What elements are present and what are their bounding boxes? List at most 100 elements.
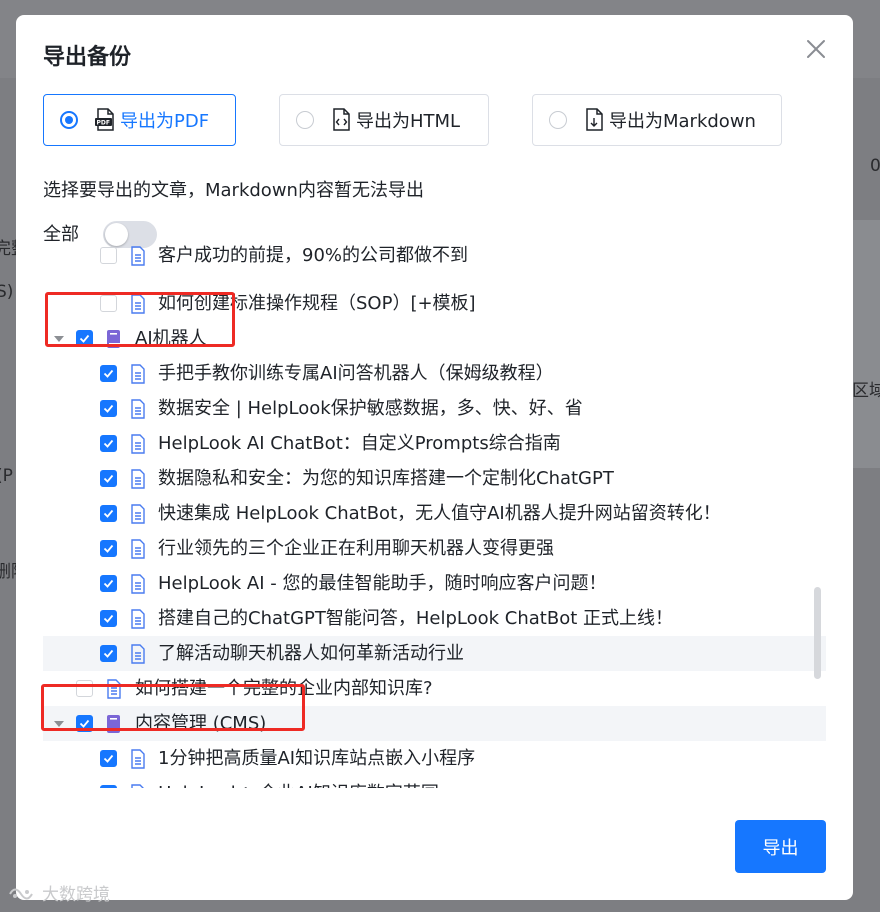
row-label: 客户成功的前提，90%的公司都做不到: [158, 245, 469, 266]
row-label: 搭建自己的ChatGPT智能问答，HelpLook ChatBot 正式上线！: [158, 608, 673, 629]
tree-row[interactable]: 如何创建标准操作规程（SOP）[+模板]: [43, 286, 826, 321]
background-text: (P: [0, 466, 13, 486]
row-label: 快速集成 HelpLook ChatBot，无人值守AI机器人提升网站留资转化！: [158, 503, 721, 524]
row-label: 1分钟把高质量AI知识库站点嵌入小程序: [158, 748, 476, 769]
check-icon: [103, 614, 114, 623]
folder-label: AI机器人: [135, 328, 207, 349]
close-icon: [807, 40, 825, 58]
format-option-markdown[interactable]: 导出为Markdown: [532, 94, 782, 146]
code-file-icon: [333, 108, 350, 131]
check-icon: [103, 579, 114, 588]
row-checkbox[interactable]: [100, 575, 117, 592]
row-checkbox[interactable]: [100, 540, 117, 557]
tree-row[interactable]: 快速集成 HelpLook ChatBot，无人值守AI机器人提升网站留资转化！: [43, 496, 826, 531]
tree-folder-row[interactable]: 内容管理 (CMS): [43, 706, 826, 741]
check-icon: [79, 719, 90, 728]
check-icon: [103, 754, 114, 763]
radio-markdown[interactable]: [549, 111, 567, 129]
tree-scrollbar[interactable]: [814, 587, 821, 679]
check-icon: [103, 544, 114, 553]
format-option-html[interactable]: 导出为HTML: [279, 94, 489, 146]
format-label-pdf: 导出为PDF: [120, 111, 210, 132]
check-icon: [103, 474, 114, 483]
format-option-pdf[interactable]: PDF 导出为PDF: [43, 94, 236, 146]
format-label-html: 导出为HTML: [356, 111, 461, 132]
row-label: 如何搭建一个完整的企业内部知识库?: [135, 678, 433, 699]
check-icon: [103, 509, 114, 518]
tree-folder-row[interactable]: AI机器人: [43, 321, 826, 356]
toggle-knob: [105, 223, 128, 246]
caret-down-icon[interactable]: [54, 721, 64, 727]
tree-row[interactable]: HelpLook AI - 您的最佳智能助手，随时响应客户问题！: [43, 566, 826, 601]
document-icon: [131, 574, 145, 594]
row-checkbox[interactable]: [100, 470, 117, 487]
row-checkbox[interactable]: [100, 750, 117, 767]
document-icon: [131, 749, 145, 769]
background-text: 0: [870, 156, 880, 176]
tree-row[interactable]: HelpLook：企业AI知识库数字花园: [43, 776, 826, 788]
row-label: HelpLook AI - 您的最佳智能助手，随时响应客户问题！: [158, 573, 607, 594]
markdown-file-icon: [586, 108, 603, 131]
row-checkbox[interactable]: [76, 680, 93, 697]
document-icon: [131, 644, 145, 664]
instruction-text: 选择要导出的文章，Markdown内容暂无法导出: [43, 180, 424, 201]
row-label: HelpLook：企业AI知识库数字花园: [158, 776, 439, 788]
folder-checkbox[interactable]: [76, 330, 93, 347]
document-icon: [131, 504, 145, 524]
radio-pdf[interactable]: [60, 111, 78, 129]
watermark-text: 大数跨境: [42, 885, 110, 905]
dialog-title: 导出备份: [43, 45, 132, 70]
folder-label: 内容管理 (CMS): [135, 713, 267, 734]
tree-row: 客户成功的前提，90%的公司都做不到: [43, 245, 826, 273]
select-all-toggle[interactable]: [103, 221, 157, 248]
check-icon: [103, 404, 114, 413]
tree-row[interactable]: 数据隐私和安全：为您的知识库搭建一个定制化ChatGPT: [43, 461, 826, 496]
caret-down-icon[interactable]: [54, 336, 64, 342]
watermark: 大数跨境: [6, 880, 110, 905]
folder-checkbox[interactable]: [76, 715, 93, 732]
check-icon: [102, 787, 115, 788]
tree-row[interactable]: 搭建自己的ChatGPT智能问答，HelpLook ChatBot 正式上线！: [43, 601, 826, 636]
radio-html[interactable]: [296, 111, 314, 129]
row-label: 数据隐私和安全：为您的知识库搭建一个定制化ChatGPT: [158, 468, 614, 489]
article-tree: 客户成功的前提，90%的公司都做不到 如何创建标准操作规程（SOP）[+模板] …: [43, 245, 826, 788]
row-label: 手把手教你训练专属AI问答机器人（保姆级教程）: [158, 363, 554, 384]
pdf-file-icon: PDF: [95, 108, 114, 131]
document-icon: [131, 539, 145, 559]
tree-row[interactable]: 了解活动聊天机器人如何革新活动行业: [43, 636, 826, 671]
tree-row[interactable]: 如何搭建一个完整的企业内部知识库?: [43, 671, 826, 706]
row-checkbox[interactable]: [100, 785, 117, 788]
close-button[interactable]: [803, 36, 829, 62]
row-label: 数据安全 | HelpLook保护敏感数据，多、快、好、省: [158, 398, 583, 419]
row-checkbox[interactable]: [100, 610, 117, 627]
row-checkbox[interactable]: [100, 365, 117, 382]
row-checkbox[interactable]: [100, 645, 117, 662]
document-icon: [131, 469, 145, 489]
row-checkbox[interactable]: [100, 435, 117, 452]
document-icon: [131, 246, 145, 266]
svg-text:PDF: PDF: [97, 120, 110, 127]
export-backup-dialog: 导出备份 PDF 导出为PDF 导出为HTML 导出为Markdown 选择要导…: [16, 15, 853, 900]
tree-row[interactable]: 手把手教你训练专属AI问答机器人（保姆级教程）: [43, 356, 826, 391]
book-icon: [107, 715, 120, 733]
background-text: 区域: [852, 381, 880, 401]
watermark-logo-icon: [9, 888, 33, 899]
tree-row[interactable]: 1分钟把高质量AI知识库站点嵌入小程序: [43, 741, 826, 776]
row-label: 如何创建标准操作规程（SOP）[+模板]: [158, 293, 476, 314]
check-icon: [79, 334, 90, 343]
check-icon: [103, 439, 114, 448]
tree-row[interactable]: 行业领先的三个企业正在利用聊天机器人变得更强: [43, 531, 826, 566]
row-checkbox[interactable]: [100, 295, 117, 312]
document-icon: [131, 609, 145, 629]
background-panel: [852, 220, 880, 468]
row-checkbox[interactable]: [100, 505, 117, 522]
tree-row[interactable]: HelpLook AI ChatBot：自定义Prompts综合指南: [43, 426, 826, 461]
tree-row[interactable]: 数据安全 | HelpLook保护敏感数据，多、快、好、省: [43, 391, 826, 426]
export-button[interactable]: 导出: [735, 820, 826, 873]
document-icon: [131, 434, 145, 454]
row-checkbox[interactable]: [100, 400, 117, 417]
check-icon: [103, 369, 114, 378]
row-label: 行业领先的三个企业正在利用聊天机器人变得更强: [158, 538, 554, 559]
row-label: HelpLook AI ChatBot：自定义Prompts综合指南: [158, 433, 561, 454]
row-checkbox[interactable]: [100, 247, 117, 264]
